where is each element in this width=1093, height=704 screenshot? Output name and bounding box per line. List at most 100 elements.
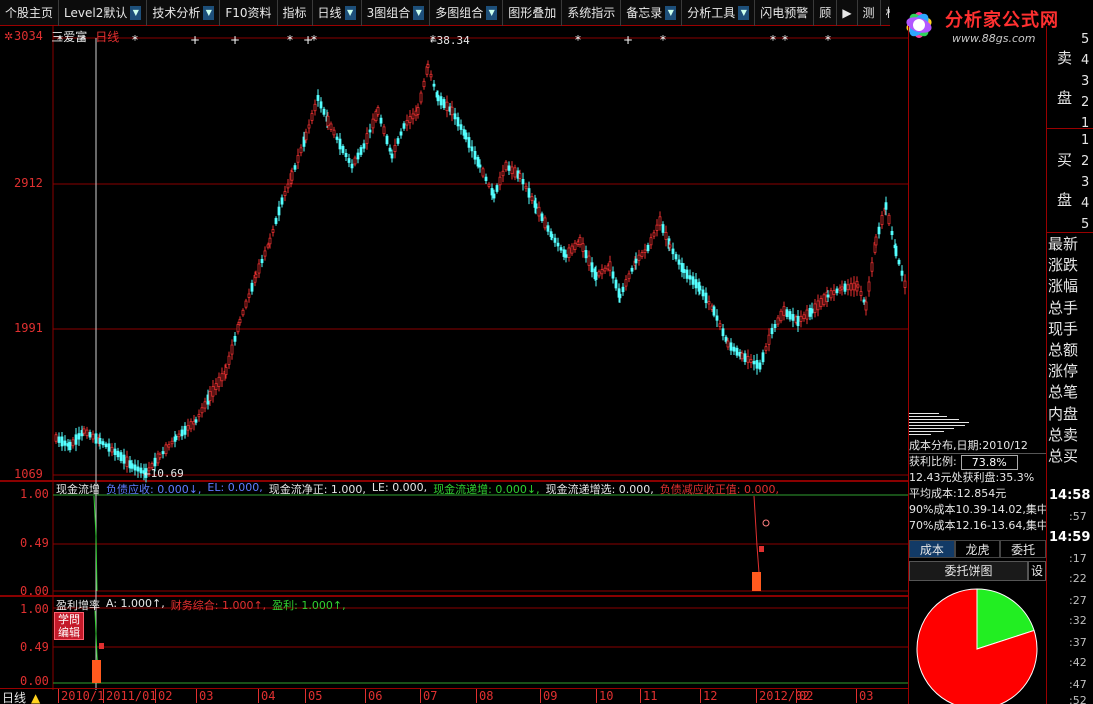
toolbar-item[interactable]: 图形叠加: [503, 0, 563, 26]
settings-star-icon[interactable]: ✲: [4, 30, 13, 43]
toolbar-item-label: 指标: [282, 6, 307, 20]
dropdown-arrow-icon[interactable]: ▼: [665, 6, 677, 20]
candle-body: [767, 334, 771, 345]
dropdown-arrow-icon[interactable]: ▼: [738, 6, 750, 20]
candle-body: [429, 73, 433, 78]
candle-body: [326, 115, 330, 127]
toolbar-item-label: 多图组合: [435, 6, 484, 20]
cost-90: 90%成本10.39-14.02,集中: [909, 503, 1046, 516]
toolbar-item[interactable]: Level2默认 ▼: [59, 0, 148, 26]
toolbar-item-label: 备忘录: [626, 6, 663, 20]
toolbar-item[interactable]: 技术分析 ▼: [147, 0, 221, 26]
candle-body: [543, 217, 547, 229]
candle-body: [743, 353, 747, 362]
sell-level: 4: [1081, 53, 1090, 68]
toolbar-item[interactable]: 3图组合 ▼: [362, 0, 431, 26]
toolbar-item[interactable]: F10资料: [220, 0, 278, 26]
candle-body: [527, 188, 531, 198]
x-tick-label: 08: [476, 689, 493, 703]
tick-time: :22: [1069, 572, 1087, 585]
candle-body: [752, 361, 756, 365]
indicator-param: EL: 0.000,: [207, 481, 263, 494]
candle-body: [897, 259, 901, 265]
candle-body: [573, 242, 577, 250]
candle-body: [107, 443, 111, 452]
candle-body: [624, 279, 628, 287]
candle-body: [556, 242, 560, 247]
candle-body: [729, 342, 733, 351]
candle-body: [104, 443, 108, 448]
pie-settings-button[interactable]: 设: [1028, 561, 1046, 581]
toolbar-item[interactable]: 闪电预警: [755, 0, 815, 26]
candle-body: [266, 244, 270, 248]
dropdown-arrow-icon[interactable]: ▼: [203, 6, 215, 20]
candle-body: [77, 433, 81, 440]
tab-order[interactable]: 委托: [1000, 540, 1047, 558]
indicator-param: 现金流递增选: 0.000,: [545, 483, 654, 496]
indicator2-name[interactable]: 盈利增率: [56, 597, 100, 613]
toolbar-item[interactable]: 系统指示: [562, 0, 622, 26]
candle-body: [614, 279, 618, 289]
candle-body: [805, 309, 809, 320]
candle-body: [900, 270, 904, 276]
dropdown-arrow-icon[interactable]: ▼: [344, 6, 356, 20]
candle-body: [864, 301, 868, 311]
candle-body: [200, 407, 204, 414]
candle-body: [189, 421, 193, 430]
indicator1-marker: [759, 546, 764, 552]
candle-body: [819, 298, 823, 308]
toolbar-item[interactable]: 测: [858, 0, 881, 26]
candle-body: [133, 464, 137, 471]
toolbar-item[interactable]: 个股主页: [0, 0, 60, 26]
toolbar-item-label: 日线: [317, 6, 342, 20]
tab-dragon-tiger[interactable]: 龙虎: [954, 540, 1001, 558]
candle-body: [718, 323, 722, 327]
dropdown-arrow-icon[interactable]: ▼: [413, 6, 425, 20]
profit-ratio-label: 获利比例:: [909, 455, 957, 468]
candle-body: [224, 366, 228, 376]
candle-body: [688, 275, 692, 280]
buy-label: 买: [1057, 151, 1073, 169]
dropdown-arrow-icon[interactable]: ▼: [130, 6, 142, 20]
warning-triangle-icon[interactable]: ▲: [31, 691, 40, 704]
x-tick-label: 02: [796, 689, 813, 703]
profit-ratio-row: 获利比例: 73.8%: [909, 454, 1046, 470]
candle-body: [110, 446, 114, 453]
toolbar-item[interactable]: 分析工具 ▼: [682, 0, 756, 26]
candle-body: [350, 163, 354, 169]
candle-body: [715, 315, 719, 321]
candle-body: [504, 161, 508, 171]
quote-label: 总手: [1048, 298, 1079, 317]
indicator1-name[interactable]: 现金流增: [56, 481, 100, 497]
candle-body: [445, 101, 449, 111]
edit-badge-button[interactable]: 学問 编辑: [54, 612, 84, 640]
period-label[interactable]: 日线: [2, 689, 26, 704]
toolbar-item[interactable]: 多图组合 ▼: [430, 0, 504, 26]
candle-body: [113, 448, 117, 455]
chip-distribution: [909, 413, 969, 435]
candle-body: [307, 124, 311, 129]
toolbar-item[interactable]: 备忘录 ▼: [621, 0, 683, 26]
toolbar-item[interactable]: 日线 ▼: [313, 0, 362, 26]
candle-body: [671, 248, 675, 255]
dropdown-arrow-icon[interactable]: ▼: [486, 6, 498, 20]
toolbar-item-label: 测: [862, 6, 875, 20]
candle-body: [785, 309, 789, 317]
candle-body: [498, 176, 502, 186]
candle-body: [507, 165, 511, 171]
edit-badge-line2: 编辑: [58, 626, 80, 639]
toolbar-item-label: 图形叠加: [508, 6, 557, 20]
candle-body: [98, 437, 102, 445]
candle-body: [880, 215, 884, 225]
indicator2-bar: [92, 660, 101, 683]
candle-body: [655, 224, 659, 231]
candle-body: [677, 259, 681, 265]
toolbar-item[interactable]: 顾: [814, 0, 838, 26]
toolbar-item[interactable]: ▶: [837, 0, 858, 26]
toolbar-item[interactable]: 指标: [278, 0, 313, 26]
candle-body: [385, 135, 389, 145]
candle-body: [802, 314, 806, 320]
chart-area[interactable]: * * * + + * +* * * + * * * *: [0, 26, 909, 690]
tab-cost[interactable]: 成本: [909, 540, 955, 558]
candle-body: [91, 433, 95, 440]
